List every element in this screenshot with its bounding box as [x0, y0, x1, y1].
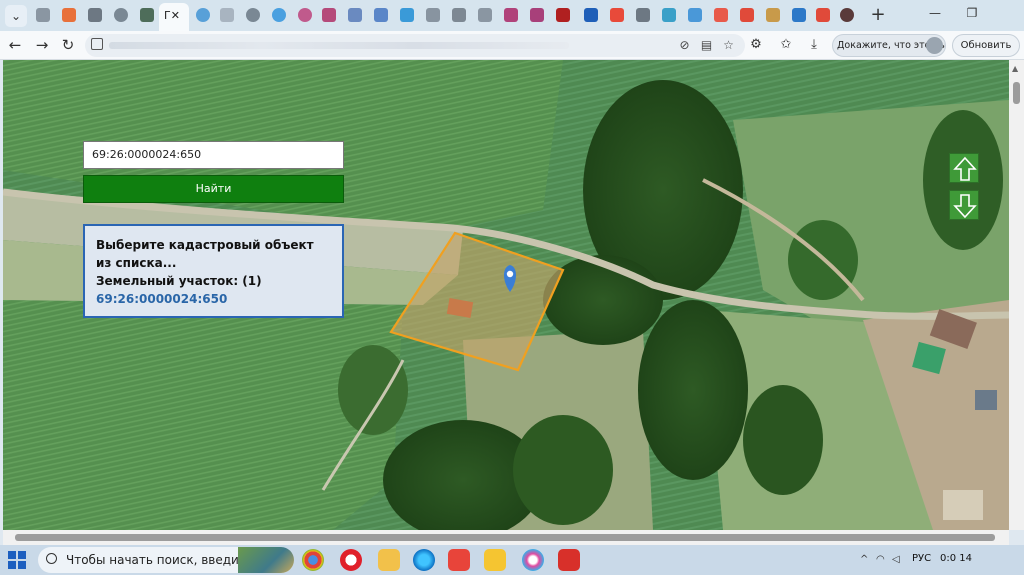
tab-favicon[interactable]: [662, 8, 676, 22]
edge-app-icon[interactable]: [413, 549, 435, 571]
puzzle-icon: ⚙: [750, 37, 762, 52]
reading-view-icon[interactable]: ▤: [699, 38, 714, 53]
taskbar-search-placeholder: Чтобы начать поиск, введите: [66, 553, 254, 567]
search-result-panel: Выберите кадастровый объект из списка...…: [83, 224, 344, 318]
tab-favicon[interactable]: [530, 8, 544, 22]
avatar: [926, 37, 943, 54]
result-item-link[interactable]: 69:26:0000024:650: [96, 290, 331, 308]
tab-favicon[interactable]: [348, 8, 362, 22]
downloads-button[interactable]: ⤓: [804, 35, 824, 55]
extensions-button[interactable]: ⚙: [746, 35, 766, 55]
search-icon: [46, 553, 57, 564]
tab-favicon[interactable]: [220, 8, 234, 22]
tracking-prevention-icon[interactable]: ⊘: [677, 38, 692, 53]
tab-favicon[interactable]: [452, 8, 466, 22]
tab-favicon[interactable]: [298, 8, 312, 22]
volume-icon[interactable]: ◁: [892, 554, 900, 565]
tab-favicon[interactable]: [792, 8, 806, 22]
tab-favicon[interactable]: [88, 8, 102, 22]
tab-favicon[interactable]: [374, 8, 388, 22]
tab-favicon[interactable]: [714, 8, 728, 22]
reload-button[interactable]: ↻: [58, 35, 78, 55]
move-up-button[interactable]: [949, 153, 979, 183]
lock-icon: [91, 38, 103, 50]
new-tab-button[interactable]: +: [868, 5, 888, 25]
satellite-map[interactable]: 69:26:0000024:650 Найти Выберите кадастр…: [3, 60, 1009, 530]
tab-favicon[interactable]: [636, 8, 650, 22]
taskbar-search-box[interactable]: Чтобы начать поиск, введите: [38, 547, 294, 573]
update-button[interactable]: Обновить: [952, 34, 1020, 57]
wps-app-icon[interactable]: [558, 549, 580, 571]
opera-app-icon[interactable]: [340, 549, 362, 571]
minimize-button[interactable]: —: [925, 6, 945, 20]
tab-favicon[interactable]: [140, 8, 154, 22]
tab-favicon[interactable]: [114, 8, 128, 22]
tab-favicon[interactable]: [610, 8, 624, 22]
vertical-scroll-thumb[interactable]: [1013, 82, 1020, 104]
result-prompt: Выберите кадастровый объект из списка...: [96, 238, 314, 270]
forward-button[interactable]: →: [32, 35, 52, 55]
tab-strip: ⌄ Г✕ + — ❐: [0, 0, 1024, 31]
tab-favicon[interactable]: [400, 8, 414, 22]
horizontal-scrollbar[interactable]: [3, 530, 1009, 545]
tab-favicon[interactable]: [272, 8, 286, 22]
tab-favicon[interactable]: [36, 8, 50, 22]
address-bar[interactable]: ⊘ ▤ ☆: [85, 34, 745, 57]
browser-toolbar: ← → ↻ ⊘ ▤ ☆ ⚙ ✩ ⤓ Докажите, что это вы О…: [0, 31, 1024, 60]
yandex-app-icon[interactable]: [448, 549, 470, 571]
move-down-button[interactable]: [949, 190, 979, 220]
tab-favicon[interactable]: [62, 8, 76, 22]
tab-favicon[interactable]: [246, 8, 260, 22]
map-marker-icon[interactable]: [504, 265, 516, 292]
cadastral-search-input[interactable]: 69:26:0000024:650: [83, 141, 344, 169]
tab-actions-menu-button[interactable]: ⌄: [5, 5, 27, 27]
tab-favicon[interactable]: [688, 8, 702, 22]
tab-favicon[interactable]: [584, 8, 598, 22]
favorite-star-icon[interactable]: ☆: [721, 38, 736, 53]
arrow-up-icon: [953, 156, 977, 181]
tab-favicon[interactable]: [478, 8, 492, 22]
favorites-button[interactable]: ✩: [776, 35, 796, 55]
active-tab-label: Г✕: [164, 9, 180, 22]
parcel-outline[interactable]: [389, 231, 565, 372]
download-icon: ⤓: [811, 37, 817, 52]
restore-button[interactable]: ❐: [962, 6, 982, 20]
favorites-list-icon: ✩: [780, 37, 792, 52]
app-icon[interactable]: [522, 549, 544, 571]
active-tab[interactable]: Г✕: [159, 3, 189, 31]
network-icon[interactable]: ◠: [876, 554, 885, 565]
scroll-up-icon[interactable]: ▲: [1012, 64, 1018, 73]
tab-favicon[interactable]: [426, 8, 440, 22]
vertical-scrollbar[interactable]: ▲: [1009, 60, 1024, 530]
tab-favicon[interactable]: [504, 8, 518, 22]
reload-icon: ↻: [61, 36, 75, 54]
sign-in-button[interactable]: Докажите, что это вы: [832, 34, 946, 57]
arrow-right-icon: →: [35, 36, 49, 54]
address-url-blurred: [109, 42, 569, 49]
language-indicator[interactable]: РУС: [912, 553, 931, 564]
tab-favicon[interactable]: [766, 8, 780, 22]
chevron-down-icon: ⌄: [10, 9, 22, 23]
tab-favicon[interactable]: [816, 8, 830, 22]
tab-favicon[interactable]: [556, 8, 570, 22]
tab-favicon[interactable]: [840, 8, 854, 22]
file-explorer-icon[interactable]: [378, 549, 400, 571]
tab-favicon[interactable]: [322, 8, 336, 22]
find-button[interactable]: Найти: [83, 175, 344, 203]
tray-overflow-icon[interactable]: ^: [860, 554, 868, 565]
arrow-left-icon: ←: [8, 36, 22, 54]
start-button[interactable]: [8, 551, 26, 569]
back-button[interactable]: ←: [5, 35, 25, 55]
chrome-app-icon[interactable]: [302, 549, 324, 571]
result-category: Земельный участок: (1): [96, 274, 262, 288]
yandex-browser-icon[interactable]: [484, 549, 506, 571]
horizontal-scroll-thumb[interactable]: [15, 534, 995, 541]
tab-favicon[interactable]: [196, 8, 210, 22]
windows-taskbar: Чтобы начать поиск, введите ^ ◠ ◁ РУС 0:…: [0, 545, 1024, 575]
arrow-down-icon: [953, 194, 977, 219]
tab-favicon[interactable]: [740, 8, 754, 22]
search-highlight-image: [238, 547, 294, 573]
clock[interactable]: 0:0 14: [940, 553, 972, 564]
